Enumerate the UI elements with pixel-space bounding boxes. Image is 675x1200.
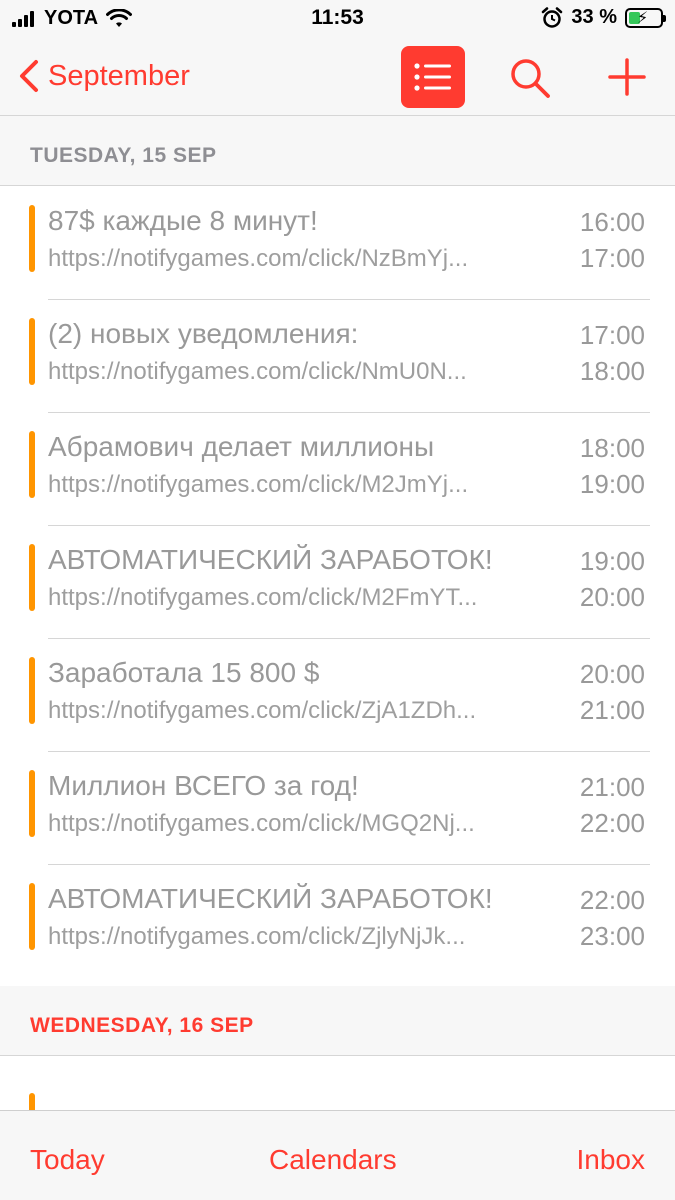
battery-percent: 33 % [571, 6, 617, 28]
event-location: https://notifygames.com/click/M2JmYj... [48, 471, 469, 498]
tab-today[interactable]: Today [30, 1144, 105, 1176]
event-list[interactable]: TUESDAY, 15 SEP 87$ каждые 8 минут! http… [0, 116, 675, 1110]
battery-charging-icon: ⚡ [625, 7, 666, 28]
event-color-bar [29, 883, 35, 950]
calendar-list-screen: YOTA 11:53 33 % ⚡ September TUESDAY, 15 … [0, 0, 675, 1200]
event-start-time: 18:00 [579, 433, 645, 463]
day-header: TUESDAY, 15 SEP [0, 116, 675, 186]
event-end-time: 17:00 [579, 243, 645, 273]
event-row[interactable]: 87$ каждые 8 минут! https://notifygames.… [0, 187, 675, 300]
list-view-button[interactable] [401, 46, 465, 108]
event-title: Заработала 15 800 $ [48, 657, 320, 688]
list-icon [414, 63, 451, 91]
event-location: https://notifygames.com/click/ZjA1ZDh... [48, 697, 477, 724]
event-title: 87$ каждые 8 минут! [48, 205, 318, 236]
event-color-bar [29, 205, 35, 272]
event-color-bar [29, 431, 35, 498]
event-row[interactable]: (2) новых уведомления: https://notifygam… [0, 300, 675, 413]
event-start-time: 17:00 [579, 320, 645, 350]
status-right: 33 % ⚡ [541, 6, 666, 29]
navigation-bar: September [0, 38, 675, 116]
event-location: https://notifygames.com/click/M2FmYT... [48, 584, 478, 611]
event-color-bar [29, 544, 35, 611]
event-start-time: 20:00 [579, 659, 645, 689]
event-title: Миллион ВСЕГО за год! [48, 770, 359, 801]
event-end-time: 19:00 [579, 469, 645, 499]
chevron-left-icon [20, 60, 38, 92]
event-location: https://notifygames.com/click/NmU0N... [48, 358, 467, 385]
status-bar: YOTA 11:53 33 % ⚡ [0, 0, 675, 38]
event-row[interactable]: Абрамович делает миллионы https://notify… [0, 413, 675, 526]
back-button[interactable]: September [14, 56, 190, 96]
event-color-bar [29, 1093, 35, 1110]
tab-calendars[interactable]: Calendars [269, 1144, 397, 1176]
day-header-label: WEDNESDAY, 16 SEP [30, 1014, 254, 1037]
plus-icon[interactable] [606, 56, 648, 98]
search-icon[interactable] [508, 56, 552, 100]
event-end-time: 18:00 [579, 356, 645, 386]
event-title: АВТОМАТИЧЕСКИЙ ЗАРАБОТОК! [48, 544, 493, 575]
event-title: АВТОМАТИЧЕСКИЙ ЗАРАБОТОК! [48, 883, 493, 914]
event-color-bar [29, 657, 35, 724]
tab-inbox[interactable]: Inbox [577, 1144, 646, 1176]
event-location: https://notifygames.com/click/ZjlyNjJk..… [48, 923, 466, 950]
event-end-time: 20:00 [579, 582, 645, 612]
event-start-time: 22:00 [579, 885, 645, 915]
event-end-time: 22:00 [579, 808, 645, 838]
day-header-label: TUESDAY, 15 SEP [30, 144, 217, 167]
event-start-time: 21:00 [579, 772, 645, 802]
alarm-icon [542, 6, 563, 28]
event-location: https://notifygames.com/click/NzBmYj... [48, 245, 469, 272]
event-start-time: 16:00 [579, 207, 645, 237]
event-end-time: 23:00 [579, 921, 645, 951]
event-title: (2) новых уведомления: [48, 318, 359, 349]
event-row[interactable]: Заработала 15 800 $ https://notifygames.… [0, 639, 675, 752]
event-end-time: 21:00 [579, 695, 645, 725]
event-color-bar [29, 318, 35, 385]
event-row[interactable]: АВТОМАТИЧЕСКИЙ ЗАРАБОТОК! https://notify… [0, 865, 675, 978]
event-start-time: 19:00 [579, 546, 645, 576]
event-location: https://notifygames.com/click/MGQ2Nj... [48, 810, 475, 837]
back-label: September [48, 59, 190, 92]
day-header: WEDNESDAY, 16 SEP [0, 986, 675, 1056]
event-row[interactable]: АВТОМАТИЧЕСКИЙ ЗАРАБОТОК! https://notify… [0, 526, 675, 639]
event-row[interactable]: Миллион ВСЕГО за год! https://notifygame… [0, 752, 675, 865]
tab-bar: Today Calendars Inbox [0, 1110, 675, 1200]
event-color-bar [29, 770, 35, 837]
event-title: Абрамович делает миллионы [48, 431, 435, 462]
